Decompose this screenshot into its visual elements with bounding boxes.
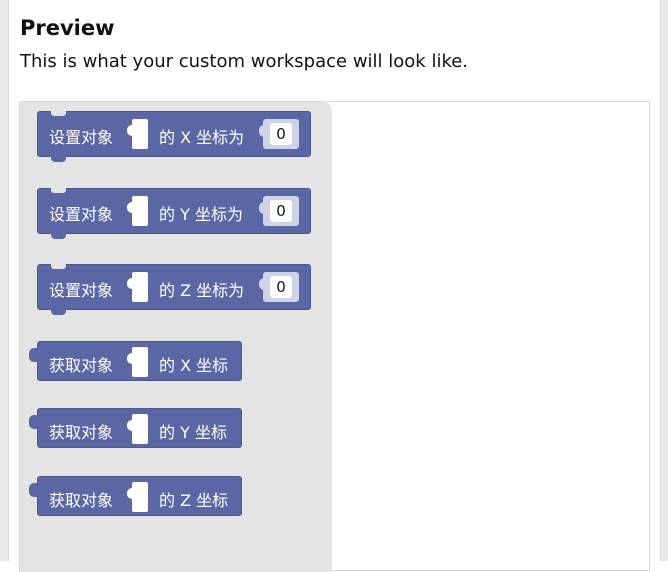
get-z-prefix: 获取对象 xyxy=(49,491,114,510)
get-y-prefix: 获取对象 xyxy=(49,423,114,442)
left-window-edge xyxy=(0,0,9,561)
set-z-object-socket[interactable] xyxy=(127,272,148,302)
set-x-suffix: 的 X 坐标为 xyxy=(159,128,245,147)
set-x-object-socket[interactable] xyxy=(127,119,148,149)
set-x-prefix: 设置对象 xyxy=(49,128,114,147)
get-x-object-socket[interactable] xyxy=(127,347,148,377)
set-z-block[interactable]: 设置对象 的 Z 坐标为 0 xyxy=(37,264,311,315)
get-x-block[interactable]: 获取对象 的 X 坐标 xyxy=(29,341,242,381)
right-window-edge xyxy=(660,0,668,561)
set-y-prefix: 设置对象 xyxy=(49,205,114,224)
get-z-suffix: 的 Z 坐标 xyxy=(159,491,229,510)
get-z-object-socket[interactable] xyxy=(127,482,148,512)
get-x-prefix: 获取对象 xyxy=(49,356,114,375)
set-y-value-field[interactable]: 0 xyxy=(270,200,292,222)
set-x-block[interactable]: 设置对象 的 X 坐标为 0 xyxy=(37,111,311,162)
preview-heading: Preview xyxy=(20,16,115,40)
set-y-object-socket[interactable] xyxy=(127,196,148,226)
preview-description: This is what your custom workspace will … xyxy=(20,51,469,72)
get-y-suffix: 的 Y 坐标 xyxy=(159,423,227,442)
set-z-number-block[interactable]: 0 xyxy=(259,272,299,302)
set-y-number-block[interactable]: 0 xyxy=(259,196,299,226)
get-y-object-socket[interactable] xyxy=(127,414,148,444)
set-z-value-field[interactable]: 0 xyxy=(270,276,292,298)
set-x-value-field[interactable]: 0 xyxy=(270,123,292,145)
set-z-prefix: 设置对象 xyxy=(49,281,114,300)
get-x-suffix: 的 X 坐标 xyxy=(159,356,229,375)
set-x-number-block[interactable]: 0 xyxy=(259,119,299,149)
set-y-block[interactable]: 设置对象 的 Y 坐标为 0 xyxy=(37,188,311,239)
get-y-block[interactable]: 获取对象 的 Y 坐标 xyxy=(29,408,242,448)
get-z-block[interactable]: 获取对象 的 Z 坐标 xyxy=(29,476,242,516)
set-z-suffix: 的 Z 坐标为 xyxy=(159,281,245,300)
set-y-suffix: 的 Y 坐标为 xyxy=(159,205,243,224)
